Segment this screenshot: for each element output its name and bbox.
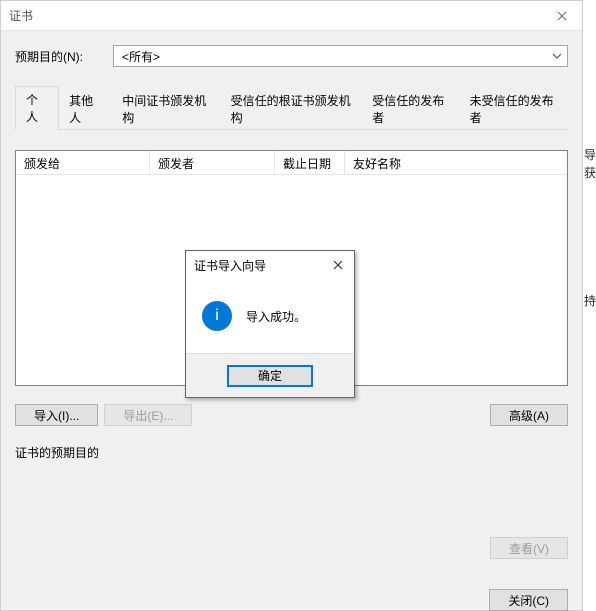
close-icon (557, 11, 567, 21)
dialog-ok-button[interactable]: 确定 (227, 365, 313, 387)
view-button: 查看(V) (490, 537, 568, 559)
dialog-titlebar: 证书导入向导 (186, 251, 354, 279)
col-friendly-name[interactable]: 友好名称 (345, 151, 567, 174)
export-button: 导出(E)... (104, 404, 192, 426)
dialog-close-button[interactable] (322, 251, 354, 279)
col-issued-by[interactable]: 颁发者 (150, 151, 275, 174)
intended-purpose-select[interactable]: <所有> (113, 45, 568, 67)
info-icon: i (202, 301, 232, 331)
import-wizard-dialog: 证书导入向导 i 导入成功。 确定 (185, 250, 355, 398)
close-icon (333, 260, 343, 270)
cert-tab-strip: 个人 其他人 中间证书颁发机构 受信任的根证书颁发机构 受信任的发布者 未受信任… (15, 85, 568, 130)
window-title: 证书 (9, 7, 33, 24)
intended-purpose-row: 预期目的(N): <所有> (15, 45, 568, 67)
bg-fragment: 导 (584, 146, 596, 163)
col-expiration[interactable]: 截止日期 (275, 151, 345, 174)
dialog-title: 证书导入向导 (194, 257, 266, 274)
advanced-button[interactable]: 高级(A) (490, 404, 568, 426)
cert-table-header-row: 颁发给 颁发者 截止日期 友好名称 (16, 151, 567, 175)
tab-trusted-publishers[interactable]: 受信任的发布者 (362, 88, 459, 130)
cert-intended-purpose-heading: 证书的预期目的 (15, 444, 568, 461)
close-button[interactable]: 关闭(C) (489, 589, 568, 611)
button-row-1: 导入(I)... 导出(E)... 高级(A) (15, 404, 568, 426)
bg-fragment: 获 (584, 164, 596, 181)
import-button[interactable]: 导入(I)... (15, 404, 98, 426)
tab-other-people[interactable]: 其他人 (59, 88, 112, 130)
tab-trusted-root-ca[interactable]: 受信任的根证书颁发机构 (221, 88, 363, 130)
intended-purpose-label: 预期目的(N): (15, 48, 83, 65)
titlebar: 证书 (1, 1, 582, 31)
col-issued-to[interactable]: 颁发给 (16, 151, 150, 174)
dialog-body: i 导入成功。 (186, 279, 354, 353)
window-close-button[interactable] (542, 1, 582, 31)
bg-fragment: 持 (584, 292, 596, 309)
dialog-footer: 确定 (186, 353, 354, 397)
dialog-message: 导入成功。 (246, 308, 306, 325)
tab-untrusted-publishers[interactable]: 未受信任的发布者 (460, 88, 568, 130)
chevron-down-icon (551, 50, 563, 62)
tab-intermediate-ca[interactable]: 中间证书颁发机构 (112, 88, 220, 130)
tab-personal[interactable]: 个人 (15, 86, 59, 130)
button-row-3: 关闭(C) (15, 589, 568, 611)
intended-purpose-value: <所有> (122, 48, 160, 65)
button-row-2: 查看(V) (15, 537, 568, 559)
